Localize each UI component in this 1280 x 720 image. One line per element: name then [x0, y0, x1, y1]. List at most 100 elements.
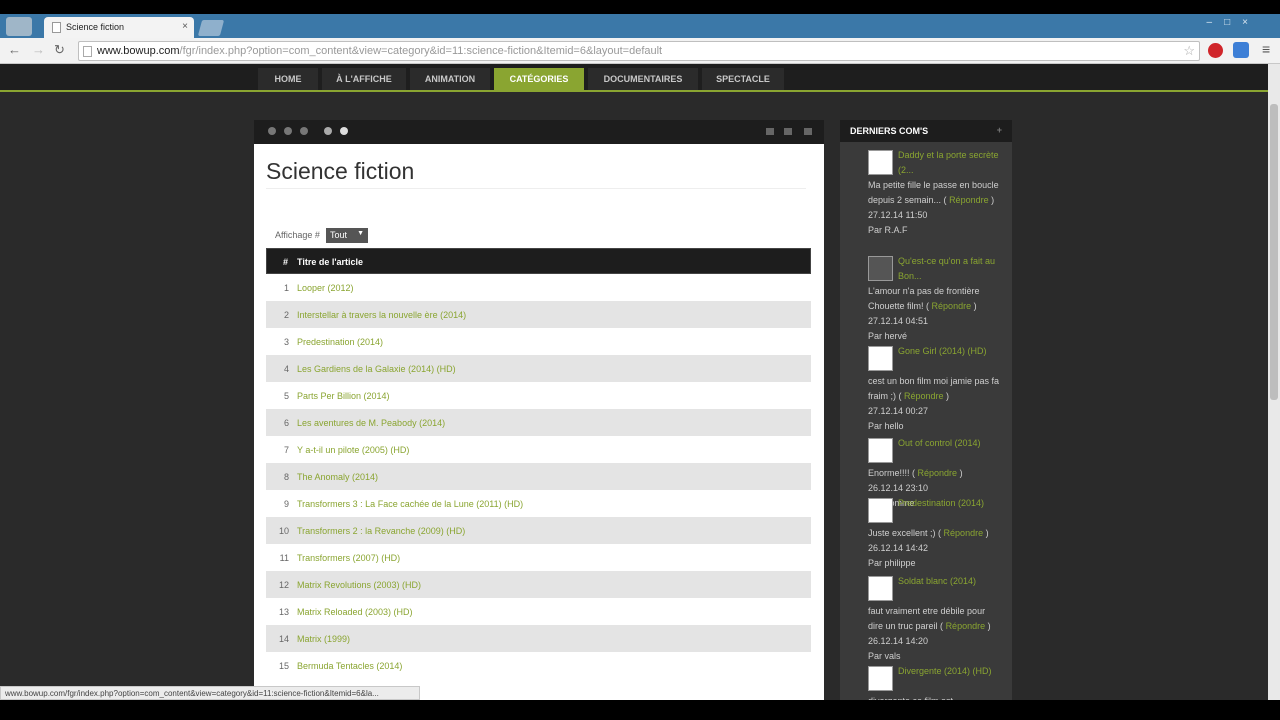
- article-link[interactable]: Looper (2012): [297, 283, 354, 293]
- avatar[interactable]: [868, 346, 893, 371]
- article-link[interactable]: Matrix Revolutions (2003) (HD): [297, 580, 421, 590]
- nav-item-animation[interactable]: ANIMATION: [410, 68, 490, 90]
- article-link[interactable]: Y a-t-il un pilote (2005) (HD): [297, 445, 409, 455]
- article-link[interactable]: Transformers (2007) (HD): [297, 553, 400, 563]
- style-dot-icon[interactable]: [268, 127, 276, 135]
- page-icon: [83, 46, 92, 57]
- row-number: 9: [283, 499, 289, 509]
- article-link[interactable]: Transformers 3 : La Face cachée de la Lu…: [297, 499, 523, 509]
- nav-item-categories[interactable]: CATÉGORIES: [494, 68, 584, 90]
- row-number: 3: [283, 337, 289, 347]
- reply-link[interactable]: Répondre: [918, 468, 958, 478]
- forward-arrow-icon[interactable]: →: [32, 42, 45, 57]
- comment-article-link[interactable]: Qu'est-ce qu'on a fait au Bon...: [898, 254, 1010, 284]
- nav-item-a-l-affiche[interactable]: À L'AFFICHE: [322, 68, 406, 90]
- close-icon[interactable]: ×: [182, 21, 188, 32]
- nav-item-spectacle[interactable]: SPECTACLE: [702, 68, 784, 90]
- reply-link[interactable]: Répondre: [949, 195, 989, 205]
- web-page: HOME À L'AFFICHE ANIMATION CATÉGORIES DO…: [0, 64, 1268, 700]
- style-dot-icon[interactable]: [300, 127, 308, 135]
- comment-body: cest un bon film moi jamie pas fa fraim …: [868, 374, 1000, 434]
- article-link[interactable]: Matrix (1999): [297, 634, 350, 644]
- address-bar[interactable]: www.bowup.com/fgr/index.php?option=com_c…: [78, 41, 1200, 61]
- scrollbar-thumb[interactable]: [1270, 104, 1278, 400]
- table-row: 1 Looper (2012): [266, 274, 811, 301]
- reply-link[interactable]: Répondre: [932, 301, 972, 311]
- page-icon: [52, 22, 61, 33]
- article-link[interactable]: Les Gardiens de la Galaxie (2014) (HD): [297, 364, 456, 374]
- comment-author: Par R.A.F: [868, 225, 908, 235]
- comment-body: faut vraiment etre débile pour dire un t…: [868, 604, 1000, 664]
- browser-app-icon[interactable]: [6, 17, 32, 36]
- window-controls[interactable]: –□×: [1207, 17, 1260, 28]
- article-link[interactable]: Transformers 2 : la Revanche (2009) (HD): [297, 526, 465, 536]
- row-number: 1: [283, 283, 289, 293]
- comment-author: Par philippe: [868, 558, 916, 568]
- collapse-icon[interactable]: +: [997, 125, 1002, 135]
- avatar[interactable]: [868, 438, 893, 463]
- style-dot-icon[interactable]: [284, 127, 292, 135]
- table-row: 2 Interstellar à travers la nouvelle ère …: [266, 301, 811, 328]
- header-num[interactable]: #: [283, 257, 288, 267]
- layout-icon[interactable]: [766, 128, 774, 135]
- table-row: 8 The Anomaly (2014): [266, 463, 811, 490]
- article-link[interactable]: Bermuda Tentacles (2014): [297, 661, 402, 671]
- display-count-select[interactable]: Tout ▼: [326, 228, 368, 243]
- theme-icon[interactable]: [340, 127, 348, 135]
- bookmark-star-icon[interactable]: ☆: [1183, 43, 1195, 59]
- comment-article-link[interactable]: Divergente (2014) (HD): [898, 664, 1010, 679]
- comment-date: 26.12.14 14:20: [868, 636, 929, 646]
- avatar[interactable]: [868, 150, 893, 175]
- article-link[interactable]: Parts Per Billion (2014): [297, 391, 390, 401]
- extension-opera-icon[interactable]: [1208, 43, 1223, 58]
- article-link[interactable]: Predestination (2014): [297, 337, 383, 347]
- article-link[interactable]: Matrix Reloaded (2003) (HD): [297, 607, 413, 617]
- comment-article-link[interactable]: Predestination (2014): [898, 496, 1010, 511]
- new-tab-button[interactable]: [197, 20, 225, 36]
- browser-menu-icon[interactable]: ≡: [1262, 41, 1270, 57]
- avatar[interactable]: [868, 498, 893, 523]
- comment-article-link[interactable]: Soldat blanc (2014): [898, 574, 1010, 589]
- row-number: 12: [278, 580, 289, 590]
- header-title[interactable]: Titre de l'article: [297, 257, 363, 267]
- extension-icon[interactable]: [1233, 42, 1249, 58]
- row-number: 13: [278, 607, 289, 617]
- comment-article-link[interactable]: Out of control (2014): [898, 436, 1010, 451]
- avatar[interactable]: [868, 256, 893, 281]
- table-row: 7 Y a-t-il un pilote (2005) (HD): [266, 436, 811, 463]
- url-domain: www.bowup.com: [97, 45, 180, 57]
- nav-item-documentaires[interactable]: DOCUMENTAIRES: [588, 68, 698, 90]
- browser-tab[interactable]: Science fiction ×: [44, 17, 194, 38]
- title-divider: [266, 188, 806, 189]
- article-link[interactable]: The Anomaly (2014): [297, 472, 378, 482]
- display-count-value: Tout: [330, 230, 348, 240]
- back-arrow-icon[interactable]: ←: [8, 42, 21, 57]
- article-link[interactable]: Les aventures de M. Peabody (2014): [297, 418, 445, 428]
- article-link[interactable]: Interstellar à travers la nouvelle ère (…: [297, 310, 466, 320]
- reply-link[interactable]: Répondre: [944, 528, 984, 538]
- contrast-icon[interactable]: [324, 127, 332, 135]
- comment-text: Juste excellent ;) (: [868, 528, 942, 538]
- page-scrollbar[interactable]: [1268, 64, 1280, 700]
- status-bar: www.bowup.com/fgr/index.php?option=com_c…: [0, 686, 420, 700]
- table-row: 5 Parts Per Billion (2014): [266, 382, 811, 409]
- comment-date: 27.12.14 11:50: [868, 210, 928, 220]
- row-number: 7: [283, 445, 289, 455]
- comment-article-link[interactable]: Gone Girl (2014) (HD): [898, 344, 1010, 359]
- display-label: Affichage #: [275, 230, 320, 240]
- list-icon[interactable]: [804, 128, 812, 135]
- table-row: 13 Matrix Reloaded (2003) (HD): [266, 598, 811, 625]
- table-row: 15 Bermuda Tentacles (2014): [266, 652, 811, 679]
- bottom-black-bar: [0, 700, 1280, 720]
- nav-item-home[interactable]: HOME: [258, 68, 318, 90]
- avatar[interactable]: [868, 666, 893, 691]
- reply-link[interactable]: Répondre: [946, 621, 986, 631]
- grid-icon[interactable]: [784, 128, 792, 135]
- avatar[interactable]: [868, 576, 893, 601]
- url-path: /fgr/index.php?option=com_content&view=c…: [179, 45, 663, 57]
- sidebar-title-text: DERNIERS COM'S: [850, 126, 929, 136]
- table-row: 14 Matrix (1999): [266, 625, 811, 652]
- reload-icon[interactable]: ↻: [54, 42, 65, 58]
- comment-article-link[interactable]: Daddy et la porte secrète (2...: [898, 148, 1010, 178]
- reply-link[interactable]: Répondre: [904, 391, 944, 401]
